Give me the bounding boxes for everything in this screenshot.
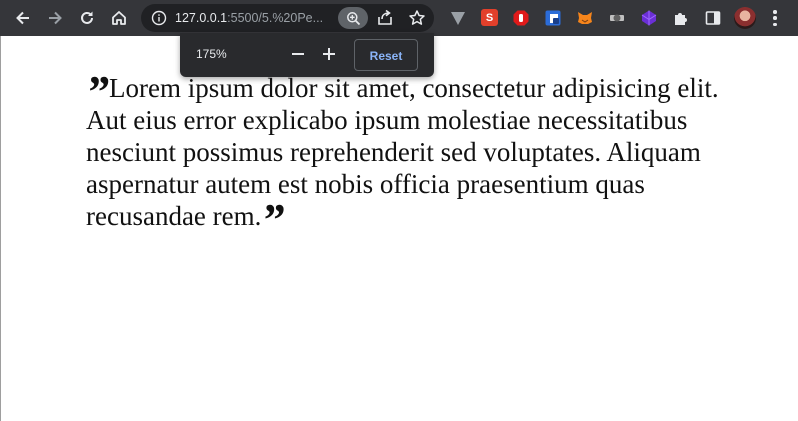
zoom-reset-button[interactable]: Reset: [354, 39, 418, 71]
side-panel-icon[interactable]: [704, 9, 722, 27]
minus-icon: [292, 53, 304, 55]
open-quote-mark: ”: [86, 66, 109, 117]
tracker-extension-icon[interactable]: [544, 9, 562, 27]
browser-toolbar: 127.0.0.1:5500/5.%20Pe... S: [0, 0, 798, 36]
adblock-extension-icon[interactable]: [512, 9, 530, 27]
url-host: 127.0.0.1: [175, 11, 228, 25]
close-quote-mark: ”: [261, 194, 285, 245]
puzzle-extension-icon[interactable]: [672, 9, 690, 27]
quote-text: Lorem ipsum dolor sit amet, consectetur …: [86, 73, 719, 231]
reload-icon[interactable]: [75, 6, 99, 30]
zoom-in-button[interactable]: [320, 45, 338, 63]
home-icon[interactable]: [107, 6, 131, 30]
avatar[interactable]: [734, 7, 756, 29]
purple-cube-extension-icon[interactable]: [640, 9, 658, 27]
page-left-border: [0, 36, 1, 421]
gear-extension-icon[interactable]: [608, 9, 626, 27]
vivaldi-extension-icon[interactable]: [449, 9, 467, 27]
kebab-menu-icon[interactable]: [766, 8, 784, 28]
url-path: :5500/5.%20Pe...: [227, 11, 324, 25]
metamask-extension-icon[interactable]: [576, 9, 594, 27]
plus-icon-vertical: [328, 48, 330, 60]
arrow-right-icon[interactable]: [43, 6, 67, 30]
zoom-popup: 175% Reset: [180, 33, 434, 77]
info-icon[interactable]: [151, 10, 167, 26]
share-icon[interactable]: [376, 9, 394, 27]
svelte-extension-icon[interactable]: S: [481, 9, 498, 26]
star-icon[interactable]: [408, 9, 426, 27]
zoom-level-text: 175%: [196, 47, 227, 61]
zoom-out-button[interactable]: [289, 45, 307, 63]
zoom-icon[interactable]: [338, 7, 368, 29]
quote-block: ”Lorem ipsum dolor sit amet, consectetur…: [86, 69, 726, 243]
arrow-left-icon[interactable]: [11, 6, 35, 30]
